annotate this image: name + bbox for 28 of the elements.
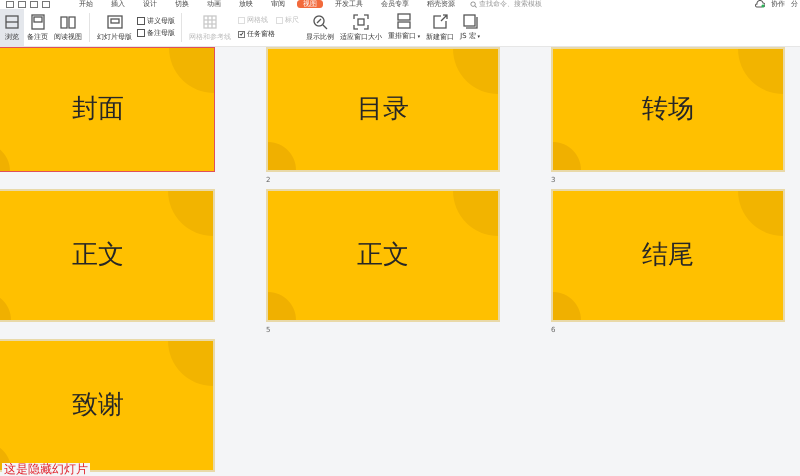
slide-title: 结尾 [642, 239, 694, 272]
slide-title: 封面 [72, 93, 124, 126]
script-icon [461, 12, 480, 30]
slide-thumbnail[interactable]: 结尾 [551, 189, 785, 322]
slide-title: 目录 [357, 93, 409, 126]
slide-title: 正文 [357, 239, 409, 272]
slide-thumbnail[interactable]: 转场 [551, 47, 785, 172]
slide-title: 致谢 [72, 389, 124, 422]
circle-decoration-icon [553, 290, 583, 320]
slide-title: 正文 [72, 239, 124, 272]
circle-decoration-icon [268, 140, 298, 170]
zoom-icon [311, 12, 329, 31]
new-window-icon [431, 12, 450, 31]
slide-thumbnail[interactable]: 封面 [0, 47, 215, 172]
cloud-icon[interactable] [755, 0, 765, 8]
slides-icon [3, 12, 21, 31]
circle-decoration-icon [553, 140, 583, 170]
search-icon [470, 0, 477, 8]
slide-thumbnail[interactable]: 正文 [266, 189, 500, 322]
hidden-slide-note: 这是隐藏幻灯片 [2, 463, 90, 476]
slide-master-icon [106, 12, 124, 31]
checkmark-icon [239, 31, 244, 38]
slide-thumbnail[interactable]: 目录 [266, 47, 500, 172]
slide-thumbnail[interactable]: 正文 [0, 189, 215, 322]
fit-window-icon [352, 12, 370, 31]
circle-decoration-icon [268, 290, 298, 320]
arrange-icon [395, 12, 414, 30]
slide-title: 转场 [642, 93, 694, 126]
